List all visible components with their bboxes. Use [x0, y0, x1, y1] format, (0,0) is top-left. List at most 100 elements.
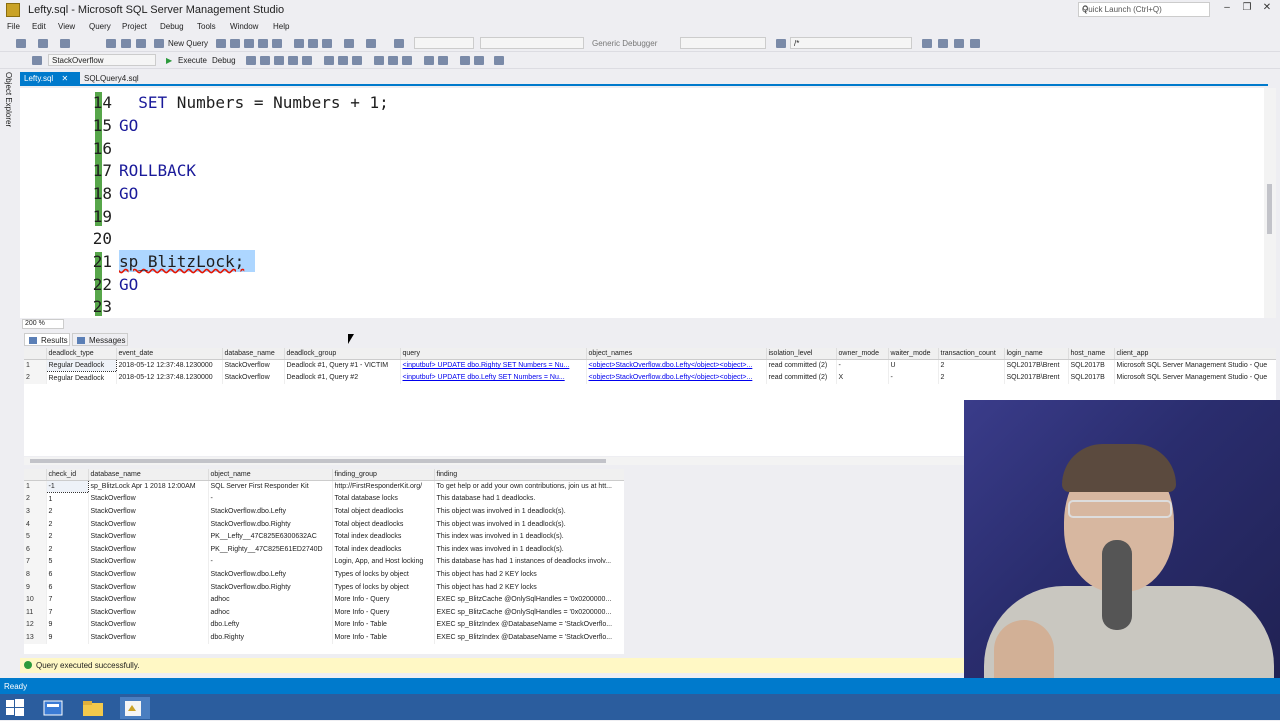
copy-icon[interactable] [308, 39, 318, 48]
file-explorer-icon[interactable] [80, 697, 110, 719]
database-select[interactable]: StackOverflow [48, 54, 156, 66]
table-cell[interactable]: 2 [938, 371, 1005, 385]
cut-icon[interactable] [294, 39, 304, 48]
tab-sqlquery4[interactable]: SQLQuery4.sql [80, 72, 160, 86]
table-row[interactable]: 3 2 StackOverflow StackOverflow.dbo.Lefty To… [24, 505, 624, 518]
table-cell[interactable]: Total object deadlocks [332, 517, 435, 531]
table-row[interactable]: 9 6 StackOverflow StackOverflow.dbo.Righty T… [24, 580, 624, 594]
column-header[interactable]: client_app [1114, 348, 1276, 360]
object-explorer-strip[interactable]: Object Explorer [0, 70, 20, 678]
open-icon[interactable] [106, 39, 116, 48]
table-cell[interactable]: EXEC sp_BlitzCache @OnlySqlHandles = '0x… [434, 593, 624, 606]
table-cell[interactable]: Regular Deadlock [45, 358, 117, 373]
table-cell[interactable]: 2018-05-12 12:37:48.1230000 [116, 371, 223, 385]
table-cell[interactable]: - [836, 359, 889, 372]
tab-results[interactable]: Results [24, 333, 70, 346]
sql-query-icon[interactable] [272, 39, 282, 48]
table-cell[interactable]: Login, App, and Host locking [332, 555, 435, 569]
table-cell[interactable]: StackOverflow [88, 517, 209, 531]
table-cell[interactable]: StackOverflow [88, 618, 209, 632]
table-cell[interactable]: read committed (2) [766, 371, 837, 385]
xml-link-cell[interactable]: <object>StackOverflow.dbo.Lefty</object>… [586, 371, 767, 385]
table-cell[interactable]: 1 [46, 492, 89, 506]
find-in-files-icon[interactable] [776, 39, 786, 48]
table-cell[interactable]: StackOverflow [88, 580, 209, 594]
table-row[interactable]: 2 Regular Deadlock 2018-05-12 12:37:48.1… [24, 371, 1276, 385]
menu-project[interactable]: Project [122, 22, 147, 31]
table-cell[interactable]: 7 [46, 593, 89, 606]
table-cell[interactable]: Microsoft SQL Server Management Studio -… [1114, 371, 1276, 385]
zoom-select[interactable]: 200 % [22, 319, 64, 329]
column-header[interactable]: login_name [1004, 348, 1069, 360]
table-cell[interactable]: Total index deadlocks [332, 530, 435, 543]
menu-window[interactable]: Window [230, 22, 258, 31]
table-cell[interactable]: StackOverflow.dbo.Righty [208, 580, 333, 594]
new-query-button[interactable]: New Query [168, 39, 208, 48]
table-cell[interactable]: Deadlock #1, Query #1 - VICTIM [284, 359, 401, 372]
table-cell[interactable]: - [208, 492, 333, 506]
table-cell[interactable]: StackOverflow.dbo.Lefty [208, 505, 333, 518]
table-cell[interactable]: Total object deadlocks [332, 505, 435, 518]
results-grid-icon[interactable] [388, 56, 398, 65]
table-cell[interactable]: This object has had 2 KEY locks [434, 580, 624, 594]
table-cell[interactable]: Deadlock #1, Query #2 [284, 371, 401, 385]
table-cell[interactable]: - [208, 555, 333, 569]
toolbar-options-icon[interactable] [970, 39, 980, 48]
new-project-icon[interactable] [60, 39, 70, 48]
table-cell[interactable]: 2 [46, 517, 89, 531]
table-cell[interactable]: This index was involved in 1 deadlock(s)… [434, 530, 624, 543]
table-cell[interactable]: 6 [46, 580, 89, 594]
specify-template-icon[interactable] [494, 56, 504, 65]
decrease-indent-icon[interactable] [460, 56, 470, 65]
table-row[interactable]: 10 7 StackOverflow adhoc More Info - Query EX… [24, 593, 624, 606]
table-cell[interactable]: U [888, 359, 939, 372]
execute-button[interactable]: Execute [178, 56, 207, 65]
xml-link-cell[interactable]: <object>StackOverflow.dbo.Lefty</object>… [586, 359, 767, 372]
table-cell[interactable]: 2 [938, 359, 1005, 372]
table-cell[interactable]: This object was involved in 1 deadlock(s… [434, 517, 624, 531]
tab-lefty-sql[interactable]: Lefty.sql ✕ [20, 72, 80, 86]
scrollbar-thumb[interactable] [1267, 184, 1272, 234]
table-cell[interactable]: EXEC sp_BlitzCache @OnlySqlHandles = '0x… [434, 605, 624, 619]
table-cell[interactable]: Total database locks [332, 492, 435, 506]
table-cell[interactable]: Types of locks by object [332, 580, 435, 594]
table-cell[interactable]: StackOverflow [88, 568, 209, 581]
table-cell[interactable]: 9 [46, 618, 89, 632]
paste-icon[interactable] [322, 39, 332, 48]
intellisense-icon[interactable] [302, 56, 312, 65]
sql-editor[interactable]: 14 SET Numbers = Numbers + 1; 15 GO 16 1… [20, 88, 1264, 318]
table-cell[interactable]: dbo.Righty [208, 631, 333, 644]
maximize-icon[interactable]: ❐ [1238, 2, 1256, 16]
save-icon[interactable] [121, 39, 131, 48]
table-row[interactable]: 1 Regular Deadlock 2018-05-12 12:37:48.1… [24, 358, 1276, 373]
include-plan-icon[interactable] [324, 56, 334, 65]
table-row[interactable]: 4 2 StackOverflow StackOverflow.dbo.Righty T… [24, 517, 624, 531]
close-icon[interactable]: ✕ [1258, 2, 1276, 16]
windows-start-icon[interactable] [4, 697, 34, 719]
menu-tools[interactable]: Tools [197, 22, 216, 31]
table-cell[interactable]: SQL2017B [1068, 359, 1115, 372]
xml-link-cell[interactable]: <inputbuf> UPDATE dbo.Righty SET Numbers… [400, 359, 587, 372]
uncomment-icon[interactable] [438, 56, 448, 65]
results-text-icon[interactable] [374, 56, 384, 65]
comment-out-icon[interactable] [424, 56, 434, 65]
table-cell[interactable]: Microsoft SQL Server Management Studio -… [1114, 359, 1276, 372]
column-header[interactable]: owner_mode [836, 348, 889, 360]
table-cell[interactable]: More Info - Query [332, 593, 435, 606]
generic-debugger-button[interactable]: Generic Debugger [592, 39, 657, 48]
comment-combo[interactable]: /* [790, 37, 912, 49]
live-stats-icon[interactable] [338, 56, 348, 65]
table-cell[interactable]: 2 [46, 505, 89, 518]
table-cell[interactable]: StackOverflow [88, 542, 209, 556]
table-cell[interactable]: More Info - Table [332, 618, 435, 632]
table-cell[interactable]: StackOverflow [88, 593, 209, 606]
ssms-taskbar-icon[interactable] [120, 697, 150, 719]
table-cell[interactable]: PK__Righty__47C825E61ED2740D [208, 542, 333, 556]
table-cell[interactable]: This object has had 2 KEY locks [434, 568, 624, 581]
dmx-query-icon[interactable] [230, 39, 240, 48]
menu-view[interactable]: View [58, 22, 75, 31]
column-header[interactable]: query [400, 348, 587, 360]
table-cell[interactable]: StackOverflow [88, 555, 209, 569]
column-header[interactable]: object_name [208, 469, 333, 481]
table-cell[interactable]: StackOverflow [88, 492, 209, 506]
